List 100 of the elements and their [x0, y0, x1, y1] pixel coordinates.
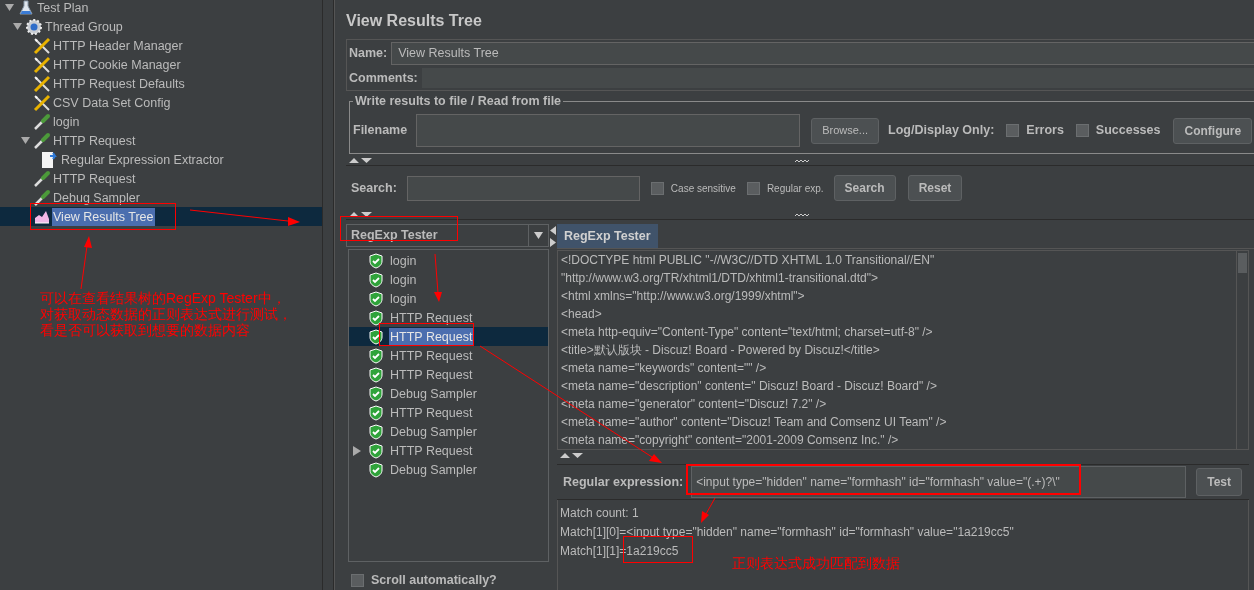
checkbox[interactable]	[1075, 124, 1089, 137]
response-line: <title>默认版块 - Discuz! Board - Powered by Discuz!</title>	[561, 342, 880, 359]
tree-item[interactable]: Thread Group	[44, 17, 124, 36]
response-line: "http://www.w3.org/TR/xhtml1/DTD/xhtml1-transitional.dtd">	[561, 270, 878, 287]
result-item[interactable]: HTTP Request	[389, 365, 474, 384]
checkbox-label: Errors	[1026, 122, 1064, 140]
result-item[interactable]: HTTP Request	[389, 346, 474, 365]
tools-icon	[32, 93, 51, 112]
tab[interactable]: RegExp Tester	[557, 224, 658, 248]
field-label: Filename	[353, 122, 408, 140]
result-item[interactable]: HTTP Request	[389, 403, 474, 422]
shield-check-icon	[369, 366, 383, 383]
splitter-arrows-icon[interactable]	[550, 226, 556, 248]
result-item[interactable]: HTTP Request	[389, 327, 474, 346]
checkbox[interactable]	[746, 181, 760, 195]
annotation-arrow	[80, 236, 92, 290]
result-item[interactable]: login	[389, 289, 418, 308]
tree-item[interactable]: Debug Sampler	[52, 188, 141, 207]
field-label: Regular expression:	[563, 473, 684, 491]
tree-item[interactable]: HTTP Request Defaults	[52, 74, 186, 93]
view-dropdown[interactable]: RegExp Tester	[346, 224, 549, 248]
result-item[interactable]: login	[389, 251, 418, 270]
collapse-arrow-icon[interactable]	[12, 22, 22, 31]
shield-check-icon	[369, 461, 383, 478]
splitter-arrows-icon[interactable]	[349, 211, 373, 218]
response-line: <meta name="author" content="Discuz! Team and Comsenz UI Team" />	[561, 414, 947, 431]
checkbox[interactable]	[1006, 124, 1020, 137]
collapse-arrow-icon[interactable]	[20, 136, 30, 145]
response-line: <meta http-equiv="Content-Type" content="text/html; charset=utf-8" />	[561, 324, 933, 341]
tree-item[interactable]: HTTP Request	[52, 169, 137, 188]
checkbox-label: Successes	[1095, 122, 1161, 140]
flask-icon	[17, 0, 34, 16]
collapse-arrow-icon[interactable]	[4, 3, 14, 12]
shield-check-icon	[369, 271, 383, 288]
response-line: <html xmlns="http://www.w3.org/1999/xhtml">	[561, 288, 805, 305]
result-item[interactable]: Debug Sampler	[389, 384, 478, 403]
result-item[interactable]: HTTP Request	[389, 308, 474, 327]
splitter-grip-icon[interactable]	[795, 158, 809, 163]
button[interactable]: Configure	[1173, 117, 1253, 144]
result-item[interactable]: Debug Sampler	[389, 460, 478, 479]
regex-field[interactable]: <input type="hidden" name="formhash" id="formhash" value="(.+)?\"	[691, 466, 1187, 498]
gear-icon	[24, 17, 43, 36]
tools-icon	[32, 36, 51, 55]
document-arrow-icon	[39, 150, 60, 169]
tools-icon	[32, 55, 51, 74]
pipette-icon	[32, 188, 51, 207]
response-line: <!DOCTYPE html PUBLIC "-//W3C//DTD XHTML 1.0 Transitional//EN"	[561, 252, 935, 269]
checkbox-label: Scroll automatically?	[371, 572, 497, 590]
button[interactable]: Test	[1196, 468, 1242, 496]
splitter-grip-icon[interactable]	[795, 212, 809, 217]
tree-item[interactable]: HTTP Request	[52, 131, 137, 150]
checkbox-label: Case sensitive	[670, 181, 736, 196]
checkbox[interactable]	[650, 181, 664, 195]
result-item[interactable]: HTTP Request	[389, 441, 474, 460]
pipette-icon	[32, 131, 51, 150]
tree-item[interactable]: login	[52, 112, 81, 131]
tree-item[interactable]: CSV Data Set Config	[52, 93, 172, 112]
checkbox[interactable]	[351, 574, 364, 588]
tree-item[interactable]: Regular Expression Extractor	[60, 150, 225, 169]
field-label: Log/Display Only:	[888, 122, 995, 140]
shield-check-icon	[369, 309, 383, 326]
button[interactable]: Reset	[907, 175, 963, 201]
splitter-arrows-icon[interactable]	[349, 157, 373, 164]
tree-item[interactable]: HTTP Header Manager	[52, 36, 184, 55]
tree-item[interactable]: View Results Tree	[52, 207, 155, 226]
field-label: Name:	[349, 44, 388, 62]
dropdown-arrow-icon[interactable]	[534, 232, 543, 240]
match-line: Match count: 1	[560, 506, 639, 521]
pipette-icon	[32, 112, 51, 131]
annotation-arrow	[434, 253, 442, 302]
response-line: <head>	[561, 306, 602, 323]
splitter-arrows-icon[interactable]	[560, 452, 584, 459]
scrollbar[interactable]	[1236, 251, 1249, 449]
pipette-icon	[32, 169, 51, 188]
annotation-note: 可以在查看结果树的RegExp Tester中， 对获取动态数据的正则表达式进行测试， 看是否可以获取到想要的数据内容	[40, 290, 292, 338]
field-label: Comments:	[349, 69, 418, 87]
annotation-note: 正则表达式成功匹配到数据	[732, 554, 900, 572]
shield-check-icon	[369, 442, 383, 459]
shield-check-icon	[369, 423, 383, 440]
shield-check-icon	[369, 347, 383, 364]
button[interactable]: Browse...	[811, 117, 880, 144]
shield-check-icon	[369, 290, 383, 307]
shield-check-icon	[369, 252, 383, 269]
result-item[interactable]: login	[389, 270, 418, 289]
field-label: Search:	[351, 179, 397, 197]
search-field[interactable]	[406, 175, 640, 201]
annotation-arrow	[701, 497, 716, 523]
response-line: <meta name="description" content=" Discuz! Board - Discuz! Board" />	[561, 378, 937, 395]
shield-check-icon	[369, 328, 383, 345]
expand-arrow-icon[interactable]	[353, 445, 361, 456]
checkbox-label: Regular exp.	[766, 181, 824, 196]
tree-item[interactable]: Test Plan	[36, 0, 90, 17]
shield-check-icon	[369, 385, 383, 402]
chart-icon	[33, 209, 50, 224]
tree-item[interactable]: HTTP Cookie Manager	[52, 55, 182, 74]
filename-field[interactable]	[416, 114, 801, 147]
result-item[interactable]: Debug Sampler	[389, 422, 478, 441]
button[interactable]: Search	[833, 175, 896, 201]
tools-icon	[32, 74, 51, 93]
name-field[interactable]: View Results Tree	[391, 41, 1254, 65]
